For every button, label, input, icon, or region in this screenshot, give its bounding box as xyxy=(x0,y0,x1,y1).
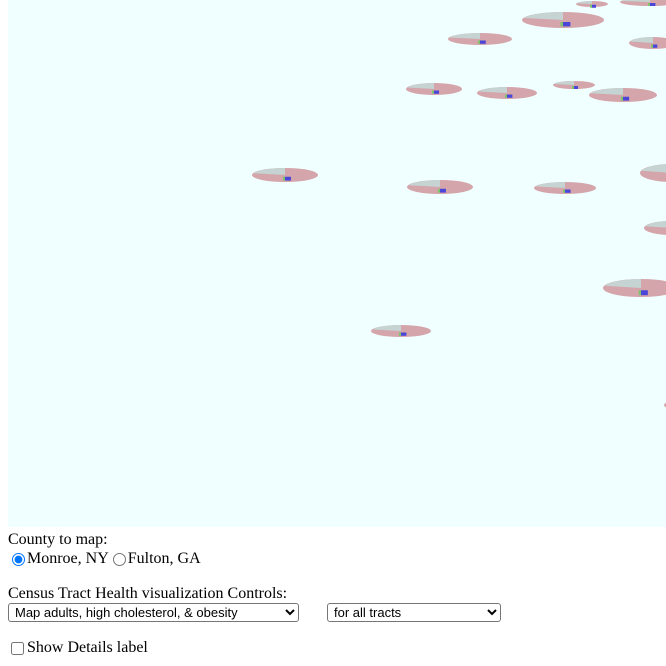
tract-pie-glyph[interactable] xyxy=(644,221,666,235)
pie-green-slice xyxy=(572,86,574,89)
pie-green-slice xyxy=(432,90,434,94)
pie-green-slice xyxy=(651,44,653,48)
pie-green-slice xyxy=(478,40,480,44)
county-radio-group: Monroe, NY Fulton, GA xyxy=(10,550,203,568)
tract-pie-glyph[interactable] xyxy=(252,168,318,182)
pie-blue-slice xyxy=(592,4,596,8)
pie-blue-slice xyxy=(434,90,440,94)
pie-blue-slice xyxy=(565,189,571,193)
tract-pie-glyph[interactable] xyxy=(522,12,604,28)
tract-pie-glyph[interactable] xyxy=(477,87,537,99)
tract-pie-glyph[interactable] xyxy=(603,279,666,297)
pie-blue-slice xyxy=(440,188,446,193)
details-checkbox[interactable] xyxy=(11,641,24,655)
scope-select[interactable]: for all tracts xyxy=(327,603,501,622)
pie-green-slice xyxy=(399,332,401,336)
controls-label: Census Tract Health visualization Contro… xyxy=(8,585,288,602)
county-option-monroe-label: Monroe, NY xyxy=(27,550,109,567)
details-toggle[interactable]: Show Details label xyxy=(11,639,148,657)
pie-blue-slice xyxy=(623,96,630,101)
county-option-fulton[interactable]: Fulton, GA xyxy=(111,550,201,568)
pie-green-slice xyxy=(648,3,650,6)
pie-blue-slice xyxy=(641,290,648,296)
tract-glyph-layer xyxy=(252,0,666,408)
county-radio-fulton[interactable] xyxy=(112,552,126,566)
pie-green-slice xyxy=(560,22,563,27)
pie-blue-slice xyxy=(480,40,486,44)
pie-blue-slice xyxy=(653,44,658,48)
pie-green-slice xyxy=(438,188,440,193)
county-radio-monroe[interactable] xyxy=(12,552,25,566)
pie-green-slice xyxy=(283,176,285,181)
tract-pie-glyph[interactable] xyxy=(448,33,512,45)
pie-green-slice xyxy=(563,189,565,193)
tract-pie-glyph[interactable] xyxy=(589,88,657,102)
tract-pie-glyph[interactable] xyxy=(629,37,666,49)
pie-blue-slice xyxy=(285,176,291,181)
county-label: County to map: xyxy=(8,531,108,548)
pie-blue-slice xyxy=(563,22,571,27)
pie-blue-slice xyxy=(507,94,513,98)
tract-pie-glyph[interactable] xyxy=(407,180,473,194)
tract-pie-glyph[interactable] xyxy=(640,164,666,182)
details-label: Show Details label xyxy=(27,639,148,656)
tract-pie-glyph[interactable] xyxy=(371,325,431,337)
pie-green-slice xyxy=(590,4,592,8)
tract-pie-glyph[interactable] xyxy=(534,182,596,194)
measure-select[interactable]: Map adults, high cholesterol, & obesity xyxy=(8,603,299,622)
tract-map[interactable] xyxy=(8,0,666,527)
pie-blue-slice xyxy=(401,332,407,336)
pie-blue-slice xyxy=(574,86,578,89)
pie-blue-slice xyxy=(650,3,656,6)
tract-pie-glyph[interactable] xyxy=(620,0,666,6)
tract-pie-glyph[interactable] xyxy=(576,1,608,8)
county-option-fulton-label: Fulton, GA xyxy=(127,550,201,567)
tract-pie-glyph[interactable] xyxy=(553,81,595,89)
pie-green-slice xyxy=(620,96,623,101)
pie-green-slice xyxy=(638,290,641,296)
pie-green-slice xyxy=(505,94,507,98)
county-option-monroe[interactable]: Monroe, NY xyxy=(10,550,109,568)
tract-pie-glyph[interactable] xyxy=(406,83,462,95)
